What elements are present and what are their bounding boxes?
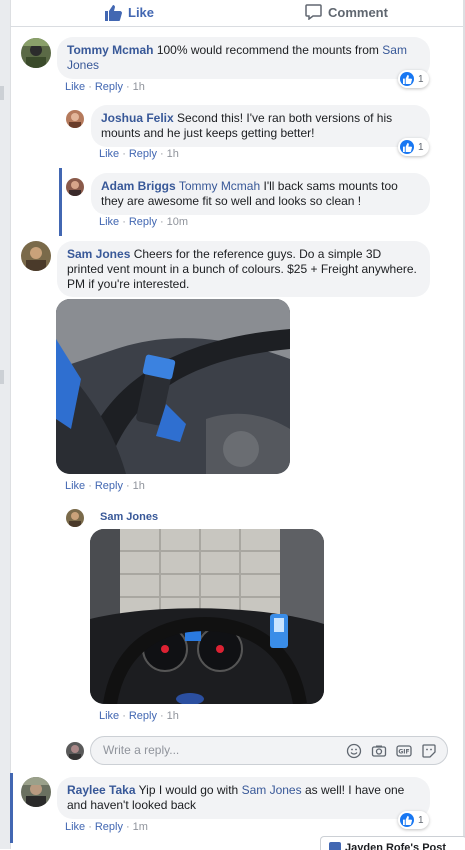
post-action-bar: Like Comment — [10, 0, 463, 27]
comment-button[interactable]: Comment — [305, 2, 388, 22]
comment-reply-link[interactable]: Reply — [129, 148, 157, 160]
like-button[interactable]: Like — [104, 2, 154, 22]
commenter-name[interactable]: Raylee Taka — [67, 783, 136, 797]
reaction-count[interactable]: 1 — [398, 138, 429, 156]
comment-like-link[interactable]: Like — [65, 81, 85, 93]
comment-reply-link[interactable]: Reply — [95, 821, 123, 833]
comment-photo-vent-mount[interactable] — [56, 299, 290, 474]
chat-tab[interactable]: Jayden Rofe's Post — [320, 836, 465, 850]
comment-timestamp[interactable]: 1h — [133, 81, 145, 93]
thread-highlight-bar — [59, 168, 62, 236]
commenter-name[interactable]: Joshua Felix — [101, 111, 174, 125]
avatar[interactable] — [21, 777, 51, 807]
reaction-number: 1 — [418, 73, 424, 85]
commenter-name[interactable]: Sam Jones — [67, 247, 130, 261]
comment-reply-link[interactable]: Reply — [95, 480, 123, 492]
comment-actions: Like · Reply · 1m — [65, 821, 148, 833]
comment-like-link[interactable]: Like — [99, 710, 119, 722]
like-reaction-icon — [400, 72, 414, 86]
reply-input[interactable] — [101, 742, 325, 758]
like-button-label: Like — [128, 4, 155, 20]
comment-bubble: Joshua Felix Second this! I've ran both … — [91, 105, 430, 147]
comment-actions: Like · Reply · 1h — [99, 710, 179, 722]
reaction-number: 1 — [418, 814, 424, 826]
svg-text:GIF: GIF — [398, 749, 409, 756]
thumbs-up-icon — [105, 4, 122, 21]
like-reaction-icon — [400, 140, 414, 154]
comment-bubble: Sam Jones Cheers for the reference guys.… — [57, 241, 430, 297]
comment-like-link[interactable]: Like — [65, 821, 85, 833]
commenter-name[interactable]: Adam Briggs — [101, 179, 176, 193]
comment-like-link[interactable]: Like — [99, 148, 119, 160]
comment-timestamp[interactable]: 10m — [167, 216, 188, 228]
speech-bubble-icon — [305, 4, 322, 20]
comment-actions: Like · Reply · 1h — [65, 81, 145, 93]
commenter-name[interactable]: Tommy Mcmah — [67, 43, 153, 57]
sidebar-marker — [0, 86, 4, 100]
comment-bubble: Raylee Taka Yip I would go with Sam Jone… — [57, 777, 430, 819]
mention-link[interactable]: Sam Jones — [242, 783, 302, 797]
reply-author: Sam Jones — [100, 510, 158, 524]
comment-reply-link[interactable]: Reply — [129, 710, 157, 722]
comment-actions: Like · Reply · 10m — [99, 216, 189, 228]
comment-text: Yip I would go with — [138, 783, 242, 797]
comment-button-label: Comment — [328, 4, 388, 20]
comment-like-link[interactable]: Like — [65, 480, 85, 492]
reaction-count[interactable]: 1 — [398, 811, 429, 829]
commenter-name[interactable]: Sam Jones — [100, 511, 158, 523]
avatar[interactable] — [21, 38, 51, 68]
mention-link[interactable]: Tommy Mcmah — [179, 179, 260, 193]
comment-timestamp[interactable]: 1h — [167, 148, 179, 160]
comment-bubble: Tommy Mcmah 100% would recommend the mou… — [57, 37, 430, 79]
avatar[interactable] — [66, 178, 84, 196]
comment-actions: Like · Reply · 1h — [99, 148, 179, 160]
comment-reply-link[interactable]: Reply — [129, 216, 157, 228]
avatar[interactable] — [21, 241, 51, 271]
avatar[interactable] — [66, 110, 84, 128]
reaction-number: 1 — [418, 141, 424, 153]
like-reaction-icon — [400, 813, 414, 827]
reply-box: GIF — [90, 736, 448, 765]
reaction-count[interactable]: 1 — [398, 70, 429, 88]
comment-text: 100% would recommend the mounts from — [156, 43, 383, 57]
current-user-avatar — [66, 742, 84, 760]
comment-like-link[interactable]: Like — [99, 216, 119, 228]
emoji-icon[interactable] — [346, 743, 362, 759]
sticker-icon[interactable] — [421, 743, 437, 759]
comment-timestamp[interactable]: 1m — [133, 821, 148, 833]
comment-timestamp[interactable]: 1h — [167, 710, 179, 722]
comment-photo-dashboard[interactable] — [90, 529, 324, 704]
gif-icon[interactable]: GIF — [396, 743, 412, 759]
left-sidebar-edge — [0, 0, 11, 849]
thread-highlight-bar — [10, 773, 13, 843]
sidebar-marker — [0, 370, 4, 384]
comment-reply-link[interactable]: Reply — [95, 81, 123, 93]
comment-bubble: Adam Briggs Tommy Mcmah I'll back sams m… — [91, 173, 430, 215]
camera-icon[interactable] — [371, 743, 387, 759]
avatar[interactable] — [66, 509, 84, 527]
comment-timestamp[interactable]: 1h — [133, 480, 145, 492]
comment-actions: Like · Reply · 1h — [65, 480, 145, 492]
